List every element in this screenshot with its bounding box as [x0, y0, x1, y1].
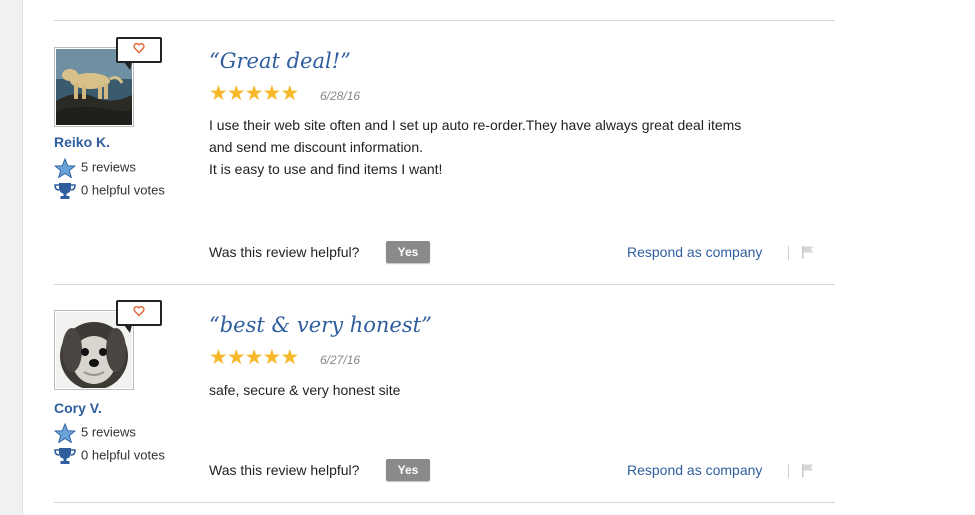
reviewer-name[interactable]: Reiko K.: [54, 134, 110, 150]
review-title: “Great deal!”: [209, 49, 351, 73]
avatar[interactable]: [54, 37, 162, 127]
helpful-votes: 0 helpful votes: [54, 447, 165, 465]
helpful-votes: 0 helpful votes: [54, 182, 165, 200]
helpful-prompt: Was this review helpful?: [209, 244, 360, 260]
rating-star-icon: ★: [262, 82, 281, 105]
review-body: safe, secure & very honest site: [209, 379, 819, 401]
rating-star-icon: ★: [244, 346, 264, 369]
flag-icon[interactable]: [801, 463, 815, 477]
review-card: Reiko K. 5 reviews 0 helpful votes “Grea…: [54, 20, 835, 284]
reviewer-name[interactable]: Cory V.: [54, 400, 102, 416]
helpful-yes-button[interactable]: Yes: [386, 459, 430, 481]
review-count-label: 5 reviews: [81, 424, 136, 440]
separator: [788, 246, 789, 260]
review-count-label: 5 reviews: [81, 159, 136, 175]
helpful-yes-button[interactable]: Yes: [386, 241, 430, 263]
rating-star-icon: ★: [244, 82, 264, 105]
respond-as-company-link[interactable]: Respond as company: [627, 244, 762, 260]
trophy-icon: [54, 182, 76, 200]
rating-star-icon: ★: [226, 82, 246, 105]
review-title: “best & very honest”: [209, 313, 432, 337]
review-body-line: It is easy to use and find items I want!: [209, 161, 443, 177]
heart-bubble-icon: [116, 37, 162, 70]
review-card: Cory V. 5 reviews 0 helpful votes “best …: [54, 284, 835, 502]
helpful-votes-label: 0 helpful votes: [81, 447, 165, 463]
trophy-icon: [54, 447, 76, 465]
star-icon: [54, 158, 76, 178]
review-date: 6/28/16: [320, 89, 361, 103]
star-icon: [54, 423, 76, 443]
review-body-line: and send me discount information.: [209, 139, 424, 155]
helpful-prompt: Was this review helpful?: [209, 462, 360, 478]
review-body-line: safe, secure & very honest site: [209, 382, 401, 398]
separator: [788, 464, 789, 478]
rating-star-icon: ★: [280, 346, 299, 369]
flag-icon[interactable]: [801, 245, 815, 259]
review-count: 5 reviews: [54, 158, 136, 178]
divider: [54, 502, 835, 503]
rating-star-icon: ★: [280, 82, 299, 105]
review-date: 6/27/16: [320, 353, 361, 367]
rating-star-icon: ★: [209, 82, 228, 105]
review-body: I use their web site often and I set up …: [209, 114, 819, 180]
star-rating: ★★★★★: [209, 82, 299, 105]
helpful-votes-label: 0 helpful votes: [81, 182, 165, 198]
avatar[interactable]: [54, 300, 162, 390]
respond-as-company-link[interactable]: Respond as company: [627, 462, 762, 478]
left-gutter: [0, 0, 23, 515]
review-body-line: I use their web site often and I set up …: [209, 117, 742, 133]
rating-star-icon: ★: [262, 346, 281, 369]
star-rating: ★★★★★: [209, 346, 299, 369]
rating-star-icon: ★: [226, 346, 246, 369]
review-count: 5 reviews: [54, 423, 136, 443]
heart-bubble-icon: [116, 300, 162, 333]
rating-star-icon: ★: [209, 346, 228, 369]
